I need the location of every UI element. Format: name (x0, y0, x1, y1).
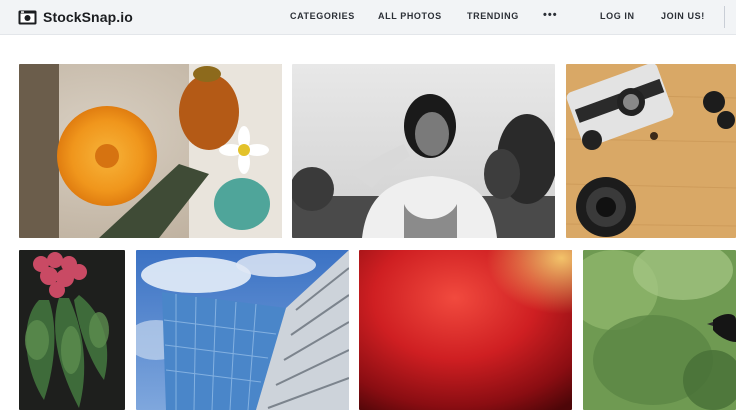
camera-photo (566, 64, 736, 238)
radishes-photo (19, 250, 125, 410)
brand-name: StockSnap.io (43, 9, 133, 25)
nav-divider (724, 6, 725, 28)
portrait-photo (292, 64, 555, 238)
building-photo (136, 250, 349, 410)
red-abstract-photo (359, 250, 572, 410)
bird-photo (583, 250, 736, 410)
more-menu-icon[interactable]: ••• (543, 9, 558, 21)
logo-link[interactable]: StockSnap.io (18, 7, 133, 27)
top-navbar: StockSnap.io CATEGORIES ALL PHOTOS TREND… (0, 0, 736, 35)
nav-categories[interactable]: CATEGORIES (290, 11, 355, 21)
photo-tile-building[interactable] (136, 250, 349, 410)
camera-icon (18, 10, 37, 25)
photo-tile-red-abstract[interactable] (359, 250, 572, 410)
photo-tile-portrait[interactable] (292, 64, 555, 238)
nav-join[interactable]: JOIN US! (661, 11, 705, 21)
nav-login[interactable]: LOG IN (600, 11, 635, 21)
photo-tile-bird[interactable] (583, 250, 736, 410)
photo-tile-dahlia[interactable] (19, 64, 282, 238)
photo-tile-camera[interactable] (566, 64, 736, 238)
dahlia-photo (19, 64, 282, 238)
nav-trending[interactable]: TRENDING (467, 11, 519, 21)
photo-tile-radishes[interactable] (19, 250, 125, 410)
nav-all-photos[interactable]: ALL PHOTOS (378, 11, 442, 21)
